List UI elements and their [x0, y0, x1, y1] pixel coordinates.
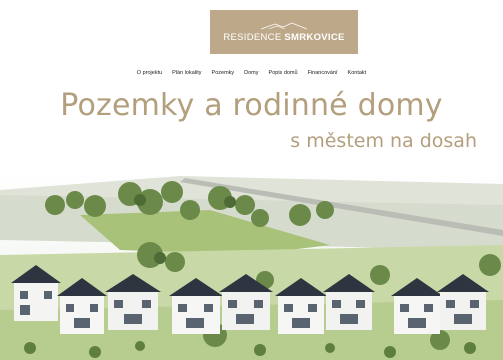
main-nav: O projektu Plán lokality Pozemky Domy Po… — [0, 70, 503, 76]
nav-item-domy[interactable]: Domy — [244, 70, 258, 76]
logo-text: RESIDENCE SMRKOVICE — [223, 32, 344, 43]
logo-text-bold: SMRKOVICE — [284, 31, 345, 43]
logo-text-light: RESIDENCE — [223, 31, 282, 43]
nav-item-pozemky[interactable]: Pozemky — [212, 70, 235, 76]
nav-item-popis-domu[interactable]: Popis domů — [269, 70, 298, 76]
nav-item-kontakt[interactable]: Kontakt — [348, 70, 367, 76]
hero-render-image — [0, 170, 503, 360]
mountain-logo-icon — [261, 22, 307, 29]
site-logo[interactable]: RESIDENCE SMRKOVICE — [210, 10, 358, 54]
nav-item-financovani[interactable]: Financování — [308, 70, 338, 76]
nav-item-plan-lokality[interactable]: Plán lokality — [172, 70, 201, 76]
hero-subtitle: s městem na dosah — [290, 130, 477, 152]
nav-item-o-projektu[interactable]: O projektu — [137, 70, 162, 76]
hero-title: Pozemky a rodinné domy — [60, 88, 443, 123]
housing-development-illustration — [0, 170, 503, 360]
